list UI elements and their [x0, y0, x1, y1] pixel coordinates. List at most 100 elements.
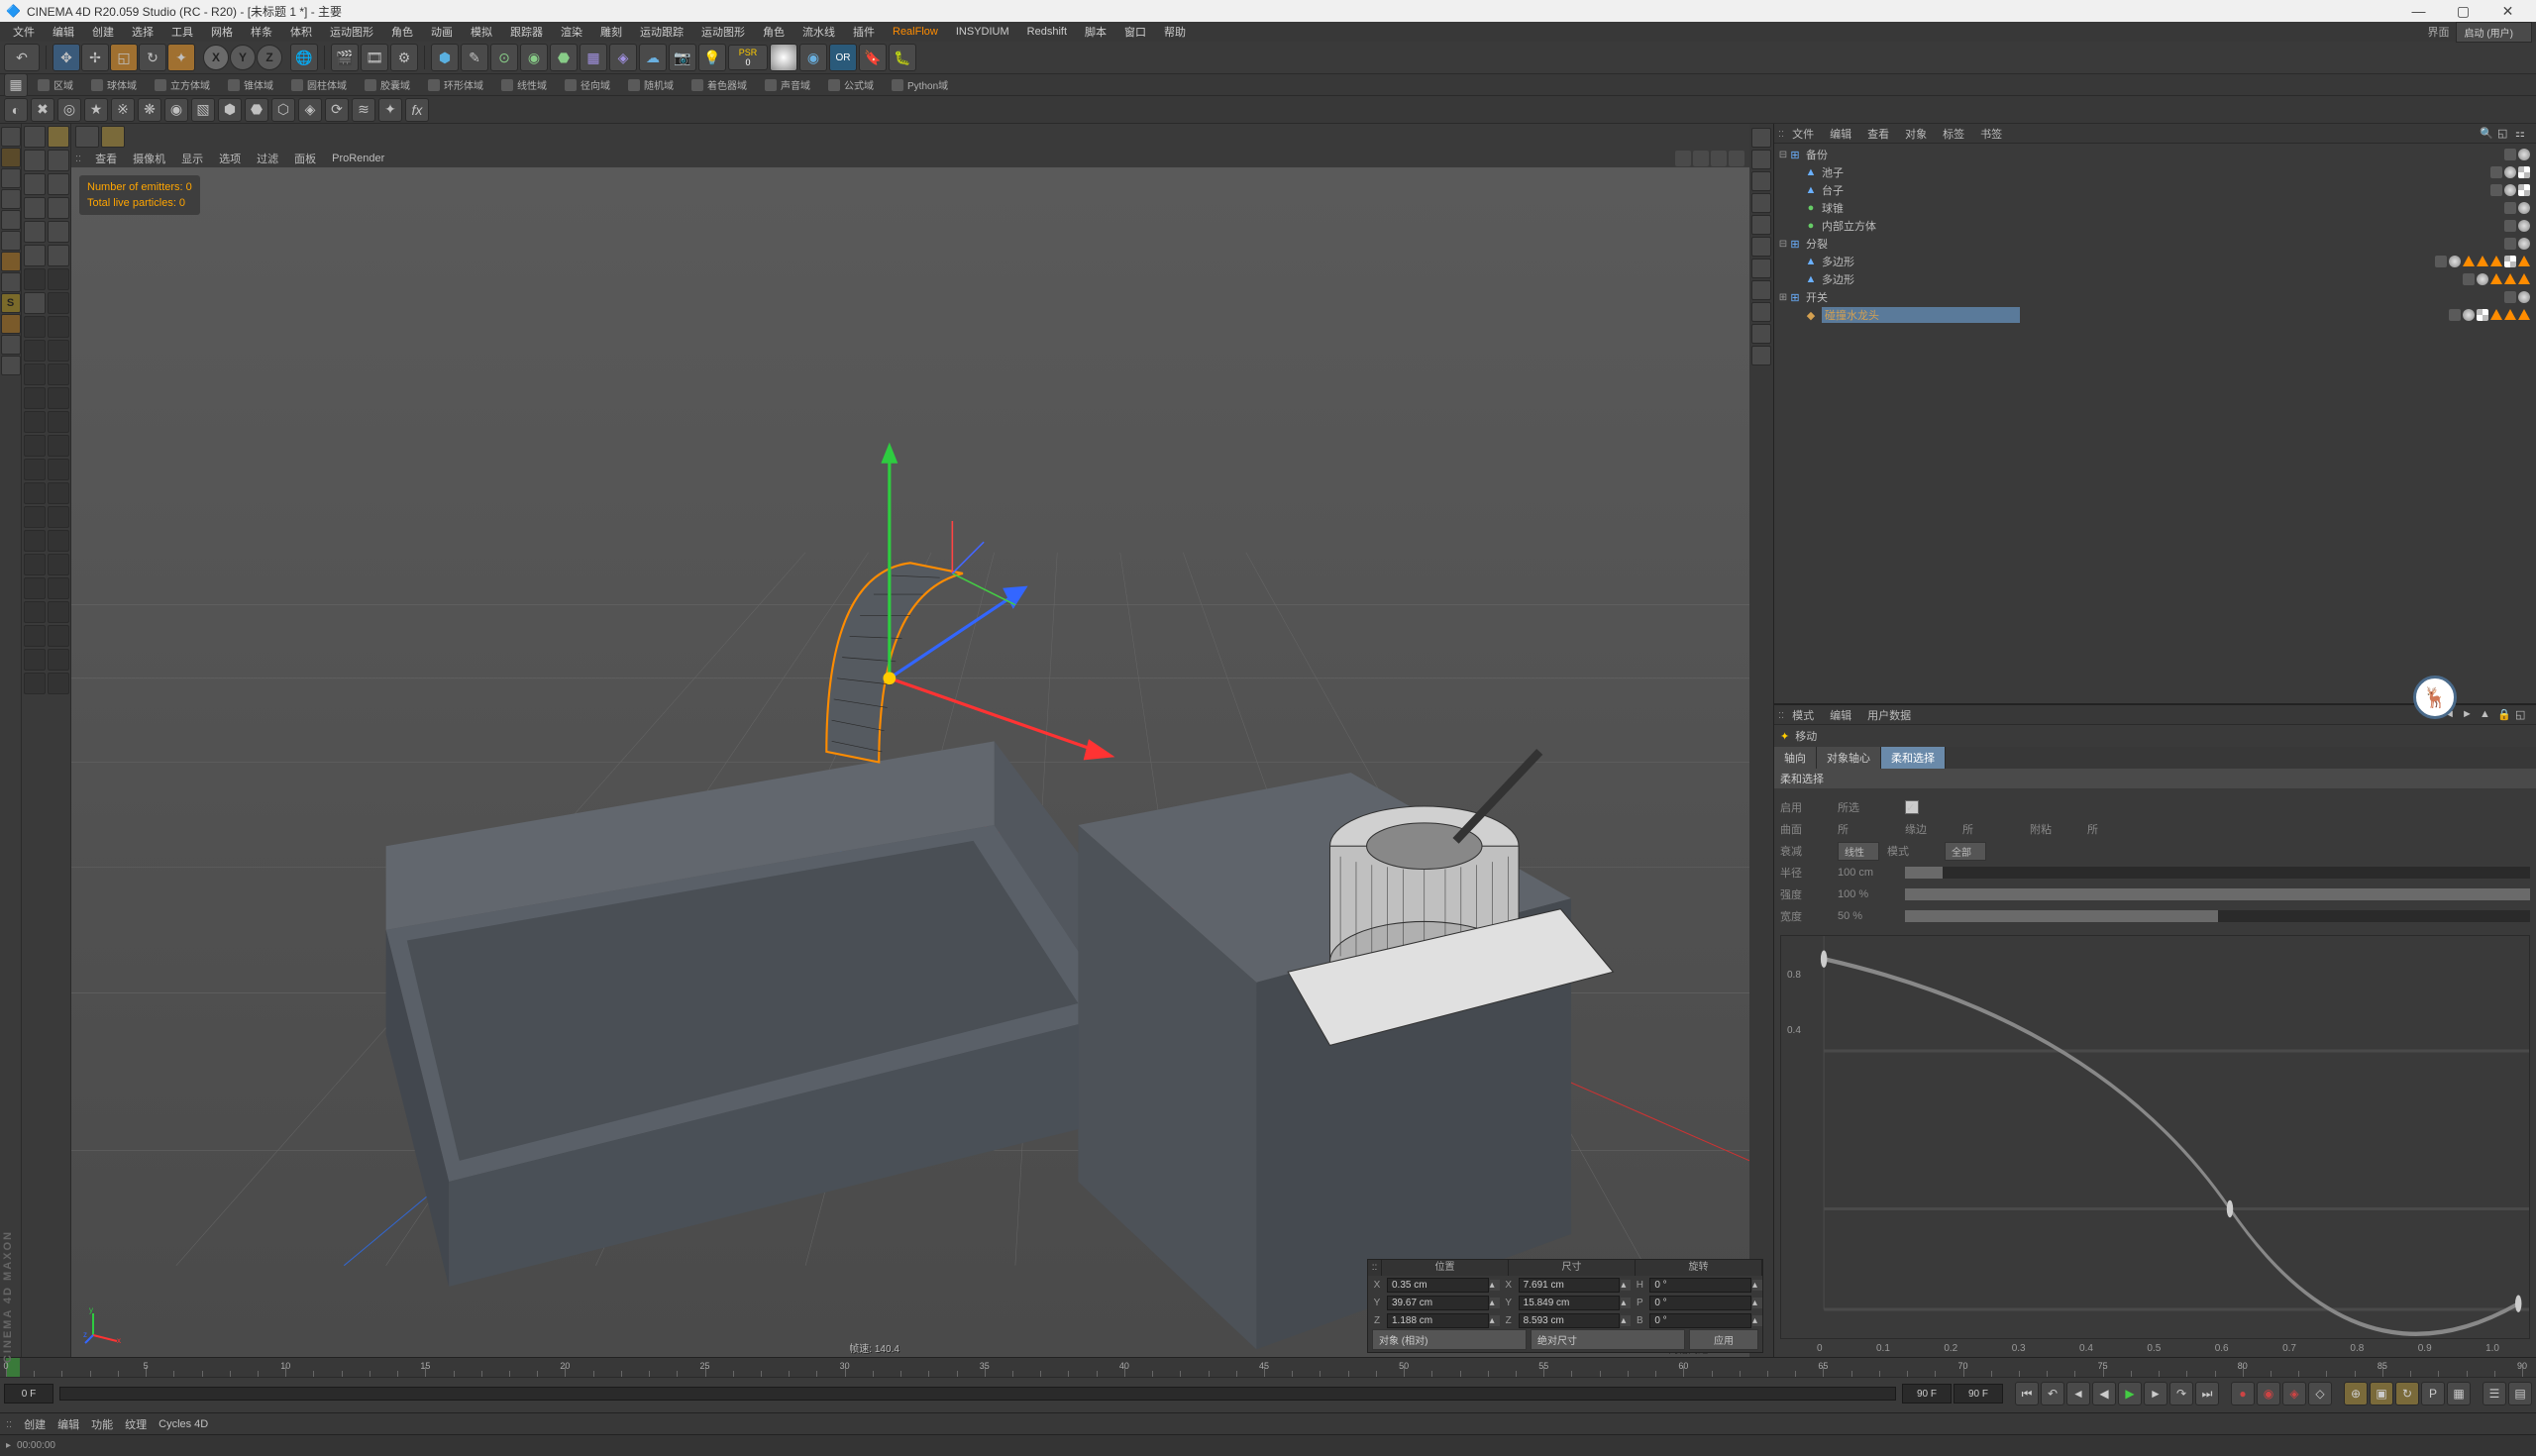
generator[interactable]: ◉	[520, 44, 548, 71]
tool-btn[interactable]	[48, 292, 69, 314]
radius-slider[interactable]	[1905, 867, 2530, 879]
y-axis-lock[interactable]: Y	[230, 45, 256, 70]
tool-btn[interactable]	[24, 601, 46, 623]
cube-primitive[interactable]: ⬢	[431, 44, 459, 71]
obj-menu-文件[interactable]: 文件	[1784, 126, 1822, 142]
tree-row[interactable]: ●内部立方体	[1774, 217, 2536, 235]
tool-btn[interactable]	[48, 530, 69, 552]
menu-运动图形[interactable]: 运动图形	[321, 22, 382, 42]
tool-btn[interactable]	[48, 673, 69, 694]
tool-btn[interactable]	[24, 482, 46, 504]
menu-窗口[interactable]: 窗口	[1115, 22, 1155, 42]
apply-button[interactable]: 应用	[1689, 1329, 1758, 1350]
menu-insydium[interactable]: INSYDIUM	[947, 24, 1018, 40]
render-region[interactable]: 🎞	[361, 44, 388, 71]
fwd-icon[interactable]: ►	[2462, 708, 2478, 722]
triangle-tag[interactable]	[2490, 273, 2502, 284]
key-param-button[interactable]: P	[2421, 1382, 2445, 1405]
vp-menu-选项[interactable]: 选项	[211, 151, 249, 166]
strip-btn[interactable]	[1751, 150, 1771, 169]
icon-row-btn[interactable]: ❋	[138, 98, 161, 122]
select-tool[interactable]: ✥	[53, 44, 80, 71]
up-icon[interactable]: ▲	[2480, 708, 2495, 722]
mode-icon[interactable]	[1, 127, 21, 147]
strength-value[interactable]: 100 %	[1838, 888, 1897, 900]
menu-文件[interactable]: 文件	[4, 22, 44, 42]
triangle-tag[interactable]	[2490, 256, 2502, 266]
icon-row-btn[interactable]: ※	[111, 98, 135, 122]
tool-btn[interactable]	[24, 577, 46, 599]
bottom-tab-纹理[interactable]: 纹理	[125, 1416, 147, 1432]
autokey-button[interactable]: ◉	[2257, 1382, 2280, 1405]
tool-btn[interactable]	[24, 411, 46, 433]
tag-icon[interactable]	[2463, 273, 2475, 285]
triangle-tag[interactable]	[2518, 309, 2530, 320]
menu-redshift[interactable]: Redshift	[1018, 24, 1076, 40]
menu-运动跟踪[interactable]: 运动跟踪	[631, 22, 692, 42]
tool-btn[interactable]	[48, 459, 69, 480]
filter-icon[interactable]: ⚏	[2515, 127, 2531, 141]
mode-icon[interactable]	[1, 356, 21, 375]
tag-icon[interactable]	[2449, 256, 2461, 267]
menu-雕刻[interactable]: 雕刻	[591, 22, 631, 42]
tag-icon[interactable]	[2477, 309, 2488, 321]
tool-btn[interactable]	[24, 673, 46, 694]
tool-btn[interactable]	[48, 150, 69, 171]
field-Python域[interactable]: Python域	[884, 77, 956, 92]
icon-row-btn[interactable]: ✦	[378, 98, 402, 122]
timeline-scrollbar[interactable]	[59, 1387, 1896, 1401]
tree-row[interactable]: ▲池子	[1774, 163, 2536, 181]
triangle-tag[interactable]	[2504, 273, 2516, 284]
bottom-tab-Cycles 4D[interactable]: Cycles 4D	[158, 1418, 208, 1430]
tag-icon[interactable]	[2518, 220, 2530, 232]
triangle-tag[interactable]	[2504, 309, 2516, 320]
vp-menu-过滤[interactable]: 过滤	[249, 151, 286, 166]
attr-tab-对象轴心[interactable]: 对象轴心	[1817, 747, 1881, 769]
coord-system[interactable]: 🌐	[290, 44, 318, 71]
camera[interactable]: 📷	[669, 44, 696, 71]
strip-btn[interactable]	[1751, 215, 1771, 235]
obj-menu-书签[interactable]: 书签	[1972, 126, 2010, 142]
menu-工具[interactable]: 工具	[162, 22, 202, 42]
deformer[interactable]: ◈	[609, 44, 637, 71]
tag-icon[interactable]	[2518, 202, 2530, 214]
key-button[interactable]: ◈	[2282, 1382, 2306, 1405]
vp-nav-icon[interactable]	[1711, 151, 1727, 166]
tag-icon[interactable]	[2463, 309, 2475, 321]
mode-icon[interactable]	[1, 189, 21, 209]
tl-dd-button[interactable]: ▤	[2508, 1382, 2532, 1405]
mode-icon[interactable]	[1, 231, 21, 251]
vp-nav-icon[interactable]	[1729, 151, 1744, 166]
rotate-tool[interactable]: ↻	[139, 44, 166, 71]
tag-icon[interactable]	[2518, 238, 2530, 250]
keysel-button[interactable]: ◇	[2308, 1382, 2332, 1405]
start-frame-input[interactable]	[4, 1384, 53, 1404]
spline-primitive[interactable]: ⊙	[490, 44, 518, 71]
vp-tool[interactable]	[75, 126, 99, 148]
strip-btn[interactable]	[1751, 324, 1771, 344]
icon-row-btn[interactable]: ◈	[298, 98, 322, 122]
tool-btn[interactable]	[48, 506, 69, 528]
mode-icon[interactable]	[1, 210, 21, 230]
menu-模拟[interactable]: 模拟	[462, 22, 501, 42]
tool-btn[interactable]	[24, 197, 46, 219]
mode-icon[interactable]	[1, 168, 21, 188]
tool-btn[interactable]	[24, 506, 46, 528]
tool-btn[interactable]	[24, 340, 46, 362]
menu-插件[interactable]: 插件	[844, 22, 884, 42]
tool-btn[interactable]	[48, 245, 69, 266]
icon-row-btn[interactable]: fx	[405, 98, 429, 122]
tool-btn[interactable]	[48, 268, 69, 290]
falloff-dropdown[interactable]: 线性	[1838, 842, 1879, 861]
goto-start-button[interactable]: ⏮	[2015, 1382, 2039, 1405]
next-frame-button[interactable]: ►	[2144, 1382, 2167, 1405]
coord-mode-2[interactable]: 绝对尺寸	[1531, 1329, 1685, 1350]
tool-btn[interactable]	[24, 150, 46, 171]
tool-btn[interactable]	[48, 435, 69, 457]
tree-row[interactable]: ▲多边形	[1774, 270, 2536, 288]
menu-网格[interactable]: 网格	[202, 22, 242, 42]
tag-icon[interactable]	[2518, 149, 2530, 160]
tool-btn[interactable]	[48, 340, 69, 362]
key-rot-button[interactable]: ↻	[2395, 1382, 2419, 1405]
width-value[interactable]: 50 %	[1838, 910, 1897, 922]
